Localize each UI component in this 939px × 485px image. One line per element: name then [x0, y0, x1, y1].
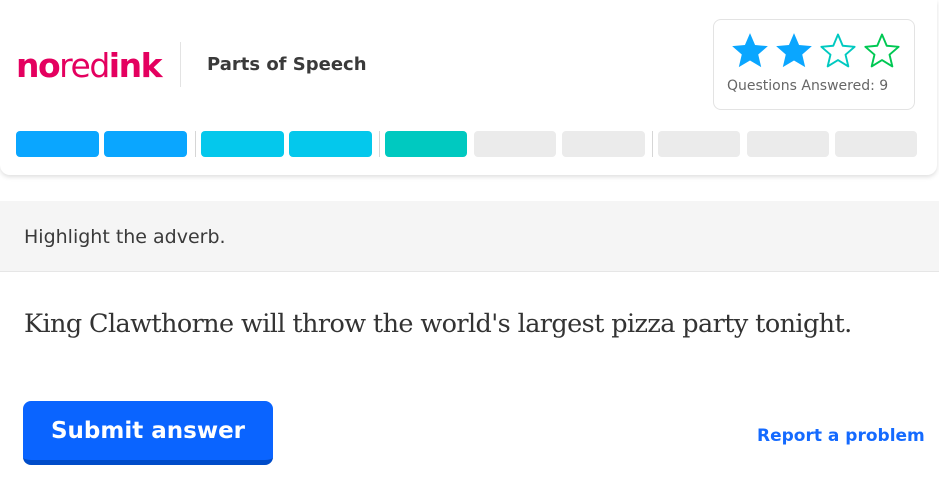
logo-text-no: no [16, 46, 61, 85]
progress-segment [747, 131, 829, 157]
progress-divider [195, 131, 196, 157]
progress-segment [658, 131, 740, 157]
report-problem-link[interactable]: Report a problem [757, 425, 925, 447]
progress-bar [16, 131, 917, 157]
logo-divider [180, 42, 181, 87]
logo-text-ink: ink [108, 46, 163, 85]
star-rating [729, 30, 903, 74]
progress-segment [289, 131, 372, 157]
score-box: Questions Answered: 9 [713, 19, 915, 110]
progress-segment [474, 131, 556, 157]
progress-segment [385, 131, 467, 157]
topic-title: Parts of Speech [207, 54, 367, 75]
exercise-prompt: Highlight the adverb. [24, 226, 226, 248]
logo-text-red: red [59, 46, 110, 85]
progress-divider [379, 131, 380, 157]
header-card: noredink Parts of Speech Questions Answe… [0, 0, 937, 175]
exercise-sentence[interactable]: King Clawthorne will throw the world's l… [24, 304, 929, 344]
star-filled-icon [729, 30, 771, 74]
star-outline-icon [861, 30, 903, 74]
prompt-bar: Highlight the adverb. [0, 201, 939, 272]
progress-segment [562, 131, 645, 157]
progress-divider [652, 131, 653, 157]
submit-answer-button[interactable]: Submit answer [23, 401, 273, 465]
progress-segment [835, 131, 917, 157]
noredink-logo[interactable]: noredink [16, 46, 163, 86]
progress-segment [16, 131, 99, 157]
questions-answered-count: Questions Answered: 9 [727, 78, 889, 94]
progress-segment [201, 131, 284, 157]
star-filled-icon [773, 30, 815, 74]
star-outline-icon [817, 30, 859, 74]
progress-segment [104, 131, 187, 157]
